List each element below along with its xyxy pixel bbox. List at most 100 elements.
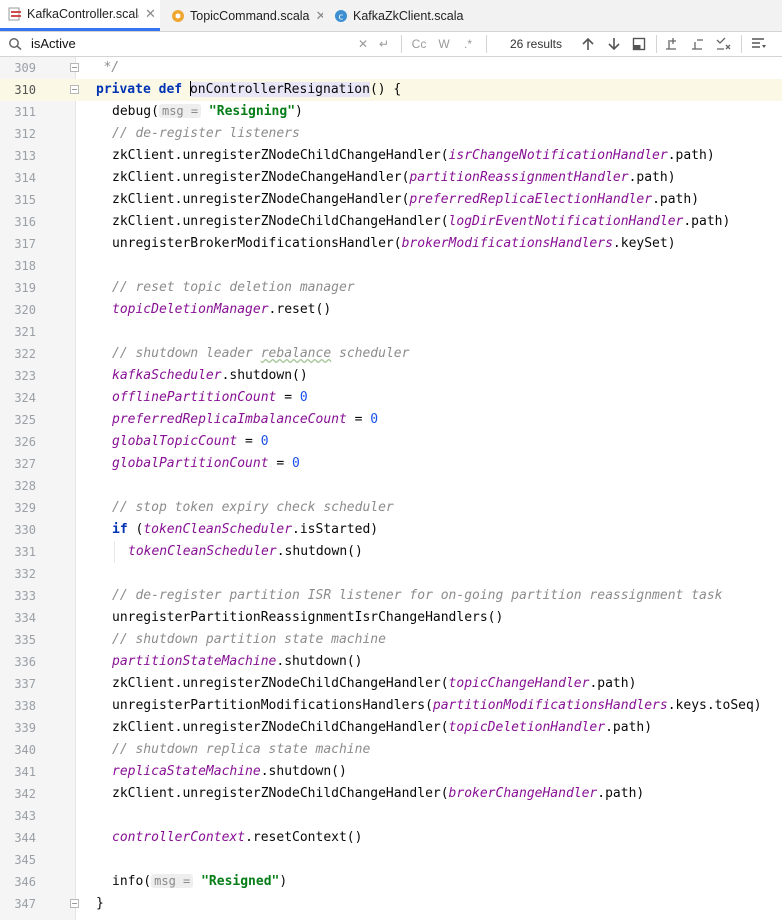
line-number[interactable]: 315 (0, 193, 36, 207)
regex-button[interactable]: .* (460, 35, 476, 53)
line-number[interactable]: 326 (0, 435, 36, 449)
code-line[interactable]: 335 // shutdown partition state machine (0, 629, 782, 651)
code-line[interactable]: 324 offlinePartitionCount = 0 (0, 387, 782, 409)
whole-words-button[interactable]: W (436, 35, 452, 53)
fold-marker-icon[interactable] (70, 85, 79, 94)
code-line[interactable]: 332 (0, 563, 782, 585)
line-number[interactable]: 335 (0, 633, 36, 647)
line-number[interactable]: 325 (0, 413, 36, 427)
add-occurrence-icon[interactable] (665, 37, 681, 51)
code-line[interactable]: 315 zkClient.unregisterZNodeChangeHandler… (0, 189, 782, 211)
code-line[interactable]: 323 kafkaScheduler.shutdown() (0, 365, 782, 387)
code-line[interactable]: 310 private def onControllerResignation()… (0, 79, 782, 101)
next-occurrence-icon[interactable] (607, 37, 621, 51)
line-number[interactable]: 337 (0, 677, 36, 691)
line-number[interactable]: 341 (0, 765, 36, 779)
line-number[interactable]: 316 (0, 215, 36, 229)
remove-occurrence-icon[interactable] (691, 37, 707, 51)
tab-kafka-zk-client[interactable]: c KafkaZkClient.scala (326, 0, 486, 31)
code-line[interactable]: 331 tokenCleanScheduler.shutdown() (0, 541, 782, 563)
match-case-button[interactable]: Cc (409, 35, 429, 53)
code-line[interactable]: 321 (0, 321, 782, 343)
line-number[interactable]: 313 (0, 149, 36, 163)
code-line[interactable]: 347} (0, 893, 782, 915)
code-line[interactable]: 341 replicaStateMachine.shutdown() (0, 761, 782, 783)
line-number[interactable]: 323 (0, 369, 36, 383)
code-line[interactable]: 327 globalPartitionCount = 0 (0, 453, 782, 475)
code-line[interactable]: 317 unregisterBrokerModificationsHandler(… (0, 233, 782, 255)
line-number[interactable]: 314 (0, 171, 36, 185)
code-line[interactable]: 328 (0, 475, 782, 497)
line-number[interactable]: 322 (0, 347, 36, 361)
code-line[interactable]: 326 globalTopicCount = 0 (0, 431, 782, 453)
fold-marker-icon[interactable] (70, 899, 79, 908)
clear-search-icon[interactable]: ✕ (356, 35, 370, 53)
fold-marker-icon[interactable] (70, 63, 79, 72)
line-number[interactable]: 338 (0, 699, 36, 713)
code-line[interactable]: 337 zkClient.unregisterZNodeChildChangeHa… (0, 673, 782, 695)
code-line[interactable]: 312 // de-register listeners (0, 123, 782, 145)
code-line[interactable]: 342 zkClient.unregisterZNodeChildChangeHa… (0, 783, 782, 805)
close-tab-icon[interactable]: ✕ (145, 6, 156, 22)
tab-topic-command[interactable]: TopicCommand.scala ✕ (163, 0, 323, 31)
code-line[interactable]: 338 unregisterPartitionModificationsHandl… (0, 695, 782, 717)
line-number[interactable]: 320 (0, 303, 36, 317)
line-number[interactable]: 311 (0, 105, 36, 119)
line-number[interactable]: 310 (0, 83, 36, 97)
code-line[interactable]: 318 (0, 255, 782, 277)
search-icon[interactable] (8, 37, 24, 51)
code-line[interactable]: 334 unregisterPartitionReassignmentIsrCha… (0, 607, 782, 629)
filter-search-results-icon[interactable] (751, 37, 767, 51)
code-line[interactable]: 329 // stop token expiry check scheduler (0, 497, 782, 519)
code-line[interactable]: 314 zkClient.unregisterZNodeChangeHandler… (0, 167, 782, 189)
code-line[interactable]: 333 // de-register partition ISR listener… (0, 585, 782, 607)
line-number[interactable]: 328 (0, 479, 36, 493)
multiline-icon[interactable]: ↵ (377, 35, 391, 53)
search-input[interactable]: isActive (31, 36, 76, 51)
code-line[interactable]: 316 zkClient.unregisterZNodeChildChangeHa… (0, 211, 782, 233)
code-line[interactable]: 319 // reset topic deletion manager (0, 277, 782, 299)
exclude-occurrence-icon[interactable] (716, 37, 732, 51)
code-line[interactable]: 322 // shutdown leader rebalance schedule… (0, 343, 782, 365)
code-line[interactable]: 320 topicDeletionManager.reset() (0, 299, 782, 321)
line-number[interactable]: 329 (0, 501, 36, 515)
code-line[interactable]: 344 controllerContext.resetContext() (0, 827, 782, 849)
select-all-occurrences-icon[interactable] (632, 37, 646, 51)
code-line[interactable]: 340 // shutdown replica state machine (0, 739, 782, 761)
line-number[interactable]: 332 (0, 567, 36, 581)
line-number[interactable]: 319 (0, 281, 36, 295)
previous-occurrence-icon[interactable] (581, 37, 595, 51)
close-tab-icon[interactable]: ✕ (316, 8, 324, 24)
line-number[interactable]: 321 (0, 325, 36, 339)
code-line[interactable]: 309 */ (0, 57, 782, 79)
line-number[interactable]: 339 (0, 721, 36, 735)
line-number[interactable]: 334 (0, 611, 36, 625)
code-line[interactable]: 343 (0, 805, 782, 827)
line-number[interactable]: 331 (0, 545, 36, 559)
line-number[interactable]: 346 (0, 875, 36, 889)
line-number[interactable]: 324 (0, 391, 36, 405)
line-number[interactable]: 309 (0, 61, 36, 75)
code-line[interactable]: 339 zkClient.unregisterZNodeChildChangeHa… (0, 717, 782, 739)
code-line[interactable]: 346 info(msg = "Resigned") (0, 871, 782, 893)
line-number[interactable]: 333 (0, 589, 36, 603)
code-line[interactable]: 336 partitionStateMachine.shutdown() (0, 651, 782, 673)
line-number[interactable]: 312 (0, 127, 36, 141)
line-number[interactable]: 347 (0, 897, 36, 911)
code-line[interactable]: 330 if (tokenCleanScheduler.isStarted) (0, 519, 782, 541)
tab-kafka-controller[interactable]: KafkaController.scala ✕ (0, 0, 160, 31)
line-number[interactable]: 318 (0, 259, 36, 273)
code-line[interactable]: 313 zkClient.unregisterZNodeChildChangeHa… (0, 145, 782, 167)
line-number[interactable]: 344 (0, 831, 36, 845)
line-number[interactable]: 330 (0, 523, 36, 537)
line-number[interactable]: 340 (0, 743, 36, 757)
line-number[interactable]: 345 (0, 853, 36, 867)
code-line[interactable]: 311 debug(msg = "Resigning") (0, 101, 782, 123)
line-number[interactable]: 343 (0, 809, 36, 823)
line-number[interactable]: 336 (0, 655, 36, 669)
line-number[interactable]: 317 (0, 237, 36, 251)
code-line[interactable]: 325 preferredReplicaImbalanceCount = 0 (0, 409, 782, 431)
code-line[interactable]: 345 (0, 849, 782, 871)
line-number[interactable]: 342 (0, 787, 36, 801)
line-number[interactable]: 327 (0, 457, 36, 471)
